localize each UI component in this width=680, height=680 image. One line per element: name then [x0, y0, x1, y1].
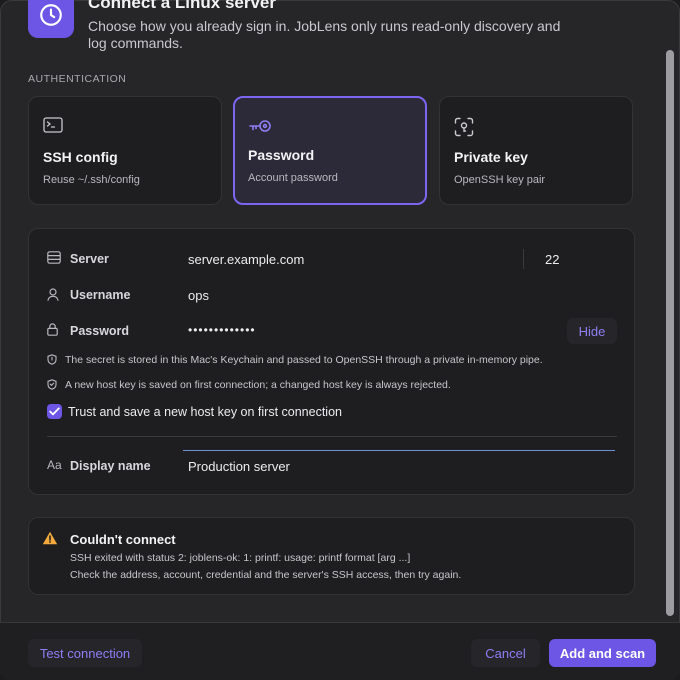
user-icon — [47, 288, 59, 306]
auth-option-title: Password — [248, 147, 315, 163]
auth-option-password[interactable]: Password Account password — [233, 96, 427, 205]
clock-icon — [28, 0, 74, 38]
scrollbar[interactable] — [666, 50, 674, 616]
port-separator — [523, 249, 524, 269]
sheet-header: Connect a Linux server Choose how you al… — [0, 0, 680, 60]
sheet-footer: Test connection Cancel Add and scan — [0, 622, 680, 680]
connection-error-banner: Couldn't connect SSH exited with status … — [28, 517, 635, 595]
shield-icon — [47, 354, 57, 368]
error-detail: SSH exited with status 2: joblens-ok: 1:… — [70, 552, 411, 564]
note-text: A new host key is saved on first connect… — [65, 379, 451, 391]
port-input[interactable]: 22 — [545, 252, 559, 267]
password-label: Password — [70, 324, 130, 338]
error-title: Couldn't connect — [70, 532, 176, 547]
terminal-icon — [43, 117, 63, 138]
authentication-section-label: AUTHENTICATION — [28, 73, 127, 85]
trust-host-key-checkbox[interactable] — [47, 404, 62, 419]
auth-option-desc: Account password — [248, 172, 338, 184]
username-input[interactable]: ops — [188, 288, 209, 303]
auth-option-ssh-config[interactable]: SSH config Reuse ~/.ssh/config — [28, 96, 222, 205]
auth-option-private-key[interactable]: Private key OpenSSH key pair — [439, 96, 633, 205]
checkmark-icon — [49, 407, 60, 416]
server-icon — [47, 251, 61, 269]
lock-icon — [47, 323, 58, 341]
key-icon — [248, 119, 272, 138]
form-divider — [47, 436, 617, 437]
page-subtitle: Choose how you already sign in. JobLens … — [88, 18, 561, 51]
connect-server-sheet: Connect a Linux server Choose how you al… — [0, 0, 680, 680]
note-text: The secret is stored in this Mac's Keych… — [65, 354, 543, 366]
display-name-label: Display name — [70, 459, 151, 473]
password-input[interactable]: ••••••••••••• — [188, 323, 256, 337]
warning-icon — [42, 531, 58, 550]
display-name-input[interactable]: Production server — [188, 459, 290, 474]
text-format-icon: Aa — [47, 458, 62, 472]
auth-option-title: Private key — [454, 149, 528, 165]
server-label: Server — [70, 252, 109, 266]
connection-form: Server server.example.com 22 Username op… — [28, 228, 635, 495]
auth-option-desc: OpenSSH key pair — [454, 174, 546, 186]
test-connection-button[interactable]: Test connection — [28, 639, 142, 667]
error-hint: Check the address, account, credential a… — [70, 569, 462, 581]
face-scan-icon — [454, 117, 474, 142]
add-and-scan-button[interactable]: Add and scan — [549, 639, 656, 667]
server-input[interactable]: server.example.com — [188, 252, 304, 267]
trust-host-key-label[interactable]: Trust and save a new host key on first c… — [68, 405, 342, 419]
auth-option-desc: Reuse ~/.ssh/config — [43, 174, 140, 186]
shield-check-icon — [47, 379, 57, 393]
username-label: Username — [70, 288, 131, 302]
hide-password-button[interactable]: Hide — [567, 318, 617, 344]
cancel-button[interactable]: Cancel — [471, 639, 540, 667]
auth-option-title: SSH config — [43, 149, 118, 165]
page-title: Connect a Linux server — [88, 0, 277, 12]
